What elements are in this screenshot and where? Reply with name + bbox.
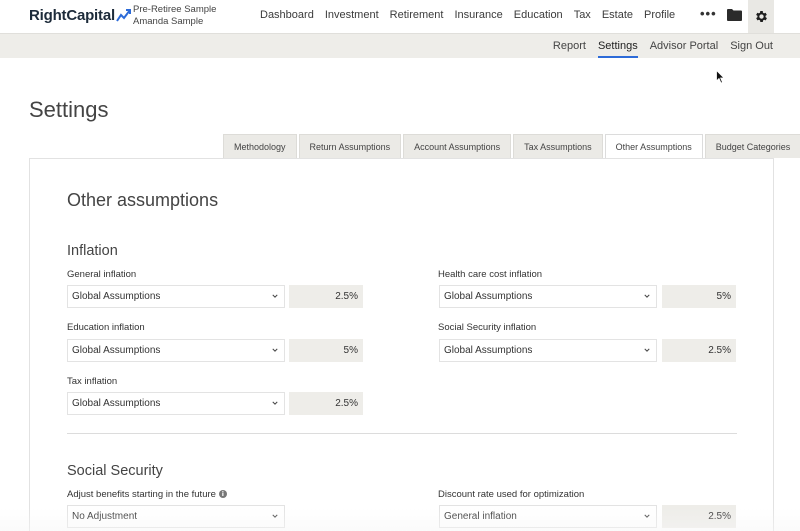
adjust-benefits-select-value: No Adjustment [72,511,138,522]
mouse-cursor-icon [716,70,725,84]
health-inflation-input[interactable]: 5% [662,285,736,308]
client-selector[interactable]: Pre-Retiree Sample Amanda Sample [133,4,216,28]
nav-insurance[interactable]: Insurance [454,9,502,21]
education-inflation-input[interactable]: 5% [289,339,363,362]
general-inflation-input[interactable]: 2.5% [289,285,363,308]
nav-dashboard[interactable]: Dashboard [260,9,314,21]
nav-investment[interactable]: Investment [325,9,379,21]
inflation-heading: Inflation [67,243,118,259]
chevron-down-icon [644,294,650,298]
education-inflation-label: Education inflation [67,322,145,333]
subnav-advisor-portal[interactable]: Advisor Portal [650,40,718,52]
ss-inflation-select-value: Global Assumptions [444,345,533,356]
chevron-down-icon [272,514,278,518]
tax-inflation-select-value: Global Assumptions [72,398,161,409]
health-inflation-select[interactable]: Global Assumptions [439,285,657,308]
adjust-benefits-label: Adjust benefits starting in the future i [67,489,227,500]
education-inflation-select-value: Global Assumptions [72,345,161,356]
discount-rate-select-value: General inflation [444,511,517,522]
tab-return-assumptions[interactable]: Return Assumptions [298,134,402,158]
tax-inflation-input[interactable]: 2.5% [289,392,363,415]
logo[interactable]: RightCapital [29,7,132,24]
sub-nav: Report Settings Advisor Portal Sign Out [541,40,773,58]
nav-estate[interactable]: Estate [602,9,633,21]
main-nav: Dashboard Investment Retirement Insuranc… [260,9,686,21]
health-inflation-label: Health care cost inflation [438,269,543,280]
subnav-sign-out[interactable]: Sign Out [730,40,773,52]
folder-icon[interactable] [727,8,742,21]
chevron-down-icon [272,348,278,352]
tab-tax-assumptions[interactable]: Tax Assumptions [513,134,603,158]
discount-rate-label: Discount rate used for optimization [438,489,585,500]
general-inflation-label: General inflation [67,269,137,280]
gear-icon [755,11,767,22]
adjust-benefits-label-text: Adjust benefits starting in the future [67,489,216,500]
subnav-settings[interactable]: Settings [597,40,638,58]
nav-retirement[interactable]: Retirement [390,9,444,21]
education-inflation-select[interactable]: Global Assumptions [67,339,285,362]
settings-button[interactable] [748,0,774,33]
panel-title: Other assumptions [67,190,219,210]
tab-methodology[interactable]: Methodology [223,134,297,158]
section-divider [67,433,737,434]
logo-chart-icon [116,8,131,22]
chevron-down-icon [272,401,278,405]
tab-budget-categories[interactable]: Budget Categories [704,134,800,158]
sub-header: Report Settings Advisor Portal Sign Out [0,33,800,58]
subnav-report[interactable]: Report [553,40,586,52]
discount-rate-input[interactable]: 2.5% [662,505,736,528]
settings-tabs: Methodology Return Assumptions Account A… [223,134,800,159]
adjust-benefits-select[interactable]: No Adjustment [67,505,285,528]
chevron-down-icon [644,514,650,518]
tax-inflation-select[interactable]: Global Assumptions [67,392,285,415]
health-inflation-select-value: Global Assumptions [444,291,533,302]
chevron-down-icon [644,348,650,352]
client-household-name: Pre-Retiree Sample [133,4,217,15]
tab-account-assumptions[interactable]: Account Assumptions [403,134,512,158]
nav-profile[interactable]: Profile [644,9,675,21]
ss-inflation-select[interactable]: Global Assumptions [439,339,657,362]
general-inflation-select-value: Global Assumptions [72,291,161,302]
client-person-name: Amanda Sample [133,16,204,27]
ss-inflation-label: Social Security inflation [438,322,537,333]
social-security-heading: Social Security [67,463,163,479]
discount-rate-select[interactable]: General inflation [439,505,657,528]
general-inflation-select[interactable]: Global Assumptions [67,285,285,308]
info-icon[interactable]: i [218,490,227,499]
more-icon[interactable]: ••• [700,6,717,21]
top-header: RightCapital Pre-Retiree Sample Amanda S… [0,0,800,33]
nav-education[interactable]: Education [514,9,563,21]
tab-other-assumptions[interactable]: Other Assumptions [604,134,703,159]
page-title: Settings [29,97,109,122]
tax-inflation-label: Tax inflation [67,376,118,387]
ss-inflation-input[interactable]: 2.5% [662,339,736,362]
nav-tax[interactable]: Tax [574,9,591,21]
chevron-down-icon [272,294,278,298]
brand-name: RightCapital [29,7,115,24]
